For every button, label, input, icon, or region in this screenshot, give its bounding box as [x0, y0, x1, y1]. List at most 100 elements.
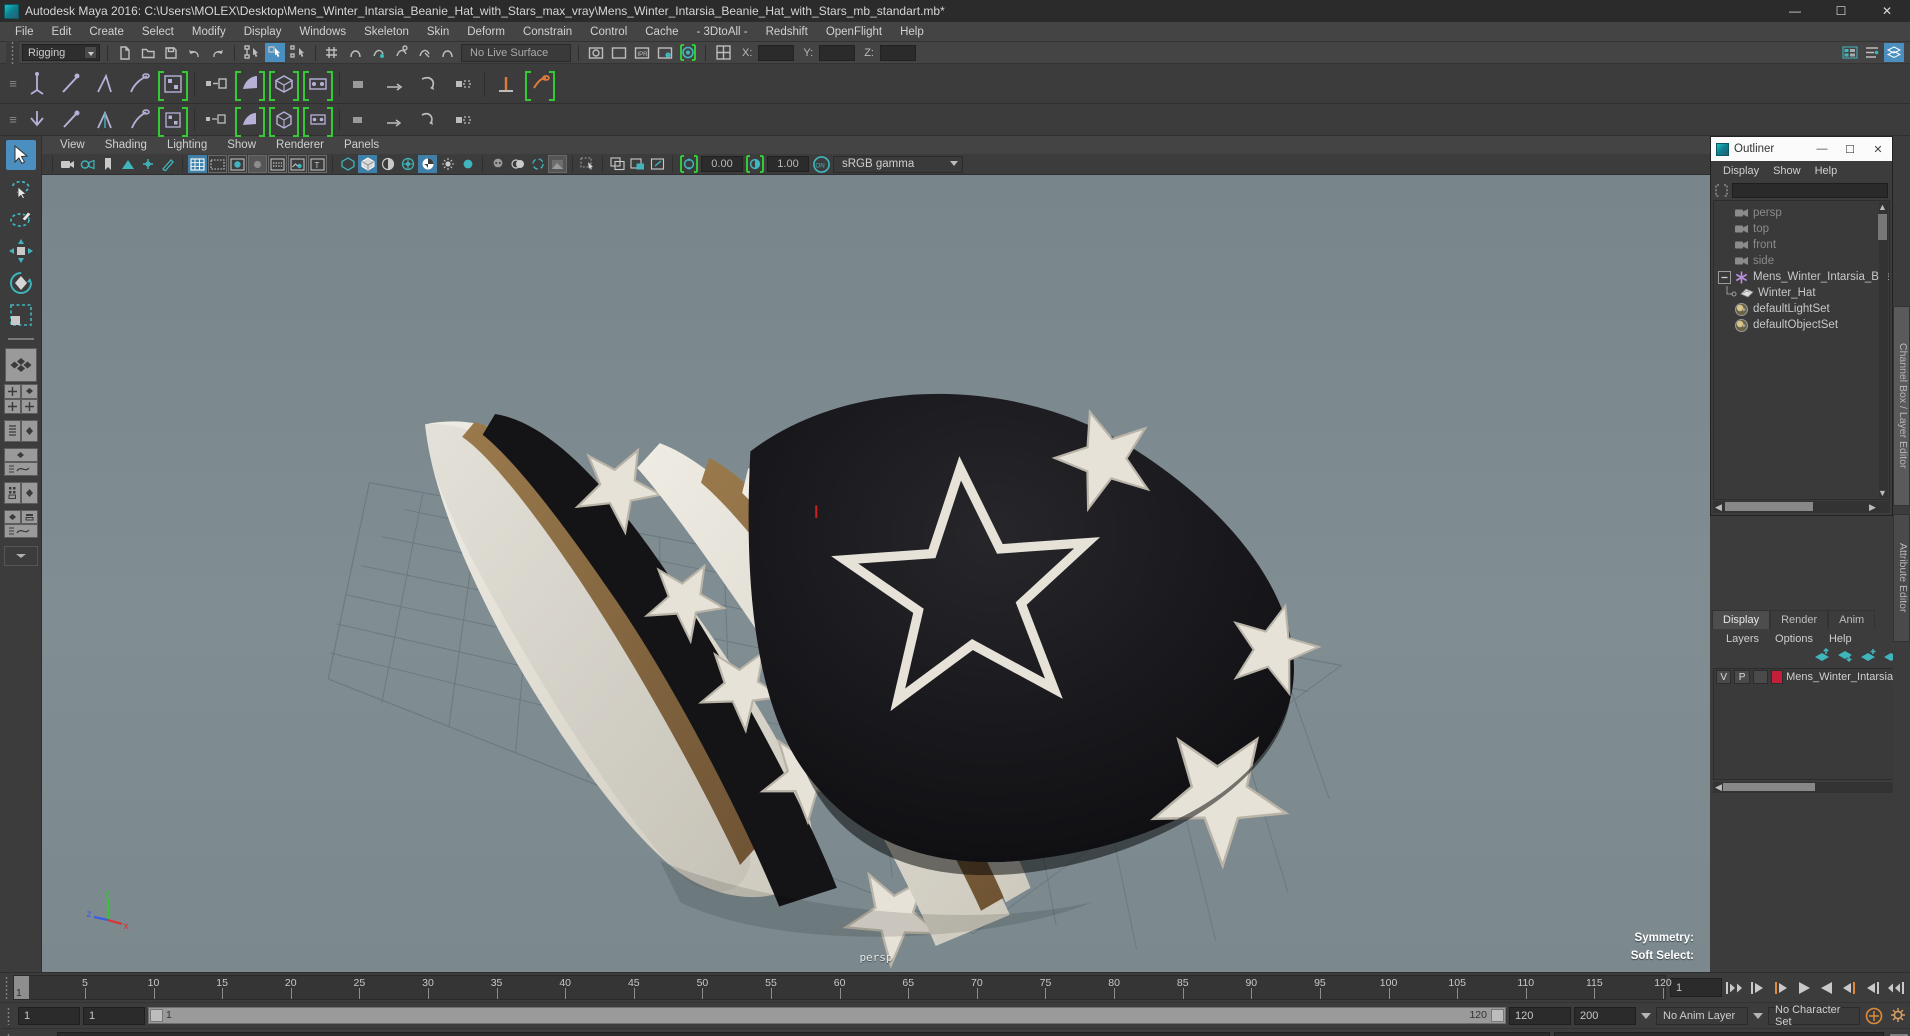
persp-graph-layout[interactable]: [3, 448, 38, 462]
show-attribute-editor-icon[interactable]: [1862, 43, 1882, 62]
lasso-select-tool[interactable]: [6, 172, 36, 202]
smooth-bind-icon[interactable]: [124, 69, 154, 99]
multisample-aa-icon[interactable]: [438, 155, 457, 173]
current-time-indicator[interactable]: 1: [14, 976, 29, 999]
live-surface-field[interactable]: No Live Surface: [461, 43, 571, 62]
play-backwards-icon[interactable]: [1793, 978, 1814, 998]
paint-skin-weights-icon[interactable]: [158, 69, 188, 101]
camera-attributes-icon[interactable]: [78, 155, 97, 173]
layer-type-toggle[interactable]: [1752, 670, 1769, 684]
smooth-shade-selected-icon[interactable]: [228, 155, 247, 173]
make-live-icon[interactable]: [438, 43, 458, 62]
screen-space-ao-icon[interactable]: [418, 155, 437, 173]
menu-set-selector[interactable]: Rigging: [22, 44, 100, 61]
outliner-maximize-button[interactable]: ☐: [1836, 137, 1864, 161]
range-slider-grip[interactable]: [2, 1006, 15, 1025]
layer-list[interactable]: V P Mens_Winter_Intarsia_Beani: [1713, 668, 1907, 780]
outliner-scroll-thumb[interactable]: [1878, 214, 1887, 240]
outliner-menu-display[interactable]: Display: [1716, 165, 1766, 177]
bind-pose-icon[interactable]: [269, 69, 299, 101]
menu-select[interactable]: Select: [133, 22, 183, 42]
playback-end-time-field[interactable]: 120: [1509, 1006, 1571, 1025]
tab-channel-box-layer-editor[interactable]: Channel Box / Layer Editor: [1893, 306, 1910, 506]
open-scene-icon[interactable]: [138, 43, 158, 62]
snap-to-curve-icon[interactable]: [346, 43, 366, 62]
menu-help[interactable]: Help: [891, 22, 933, 42]
menu-windows[interactable]: Windows: [290, 22, 355, 42]
anim-layer-selector[interactable]: No Anim Layer: [1656, 1006, 1748, 1025]
viewport-tear-off-icon[interactable]: [628, 155, 647, 173]
wireframe-shading-icon[interactable]: [188, 155, 207, 173]
outliner-menu-help[interactable]: Help: [1808, 165, 1845, 177]
outliner-persp-layout[interactable]: [3, 420, 21, 442]
go-to-start-icon[interactable]: [1724, 978, 1745, 998]
persp-graph-outliner-layout[interactable]: [3, 510, 21, 524]
graph-editor-layout[interactable]: [3, 462, 38, 476]
render-current-frame-icon[interactable]: [586, 43, 606, 62]
new-layer-icon[interactable]: [1860, 648, 1877, 668]
wireframe-on-shaded-icon[interactable]: [268, 155, 287, 173]
tab-attribute-editor[interactable]: Attribute Editor: [1893, 514, 1910, 642]
animation-preferences-icon[interactable]: [1888, 1005, 1910, 1027]
menu-display[interactable]: Display: [235, 22, 291, 42]
range-slider[interactable]: 1 120: [148, 1007, 1506, 1024]
time-slider-track[interactable]: 1 5 10 15 20 25 30 35 40 45 50 55 60 65 70 75 80 85 90 95 1…: [13, 975, 1672, 1000]
interactive-skin-bind-icon[interactable]: [303, 105, 333, 137]
vp-menu-show[interactable]: Show: [217, 139, 266, 151]
render-settings-icon[interactable]: [655, 43, 675, 62]
exposure-toggle-icon[interactable]: [548, 155, 567, 173]
outliner-horizontal-scrollbar[interactable]: ◀ ▶: [1713, 501, 1890, 513]
vp-menu-panels[interactable]: Panels: [334, 139, 389, 151]
spline-ik-icon[interactable]: [90, 105, 120, 135]
edit-membership-icon[interactable]: [525, 69, 555, 101]
save-scene-icon[interactable]: [161, 43, 181, 62]
motion-blur-icon[interactable]: [398, 155, 417, 173]
menu-openflight[interactable]: OpenFlight: [817, 22, 891, 42]
texture-display-icon[interactable]: [288, 155, 307, 173]
shelf-grip[interactable]: ≡: [6, 69, 20, 99]
animation-end-time-field[interactable]: 200: [1574, 1006, 1636, 1025]
auto-keyframe-icon[interactable]: [1863, 1005, 1885, 1027]
character-set-selector[interactable]: No Character Set: [1768, 1004, 1860, 1028]
menu-deform[interactable]: Deform: [458, 22, 514, 42]
maximize-button[interactable]: ☐: [1818, 0, 1864, 22]
copy-weights-icon[interactable]: [235, 105, 265, 137]
grease-pencil-icon[interactable]: [158, 155, 177, 173]
range-end-handle[interactable]: [1491, 1009, 1504, 1022]
four-view-layout[interactable]: [3, 384, 21, 399]
menu-file[interactable]: File: [6, 22, 43, 42]
animation-start-time-field[interactable]: 1: [18, 1006, 80, 1025]
vp-menu-renderer[interactable]: Renderer: [266, 139, 334, 151]
arrow-right-deform-icon[interactable]: [380, 105, 410, 135]
step-forward-frame-icon[interactable]: [1839, 978, 1860, 998]
flat-shade-icon[interactable]: [248, 155, 267, 173]
outliner-close-button[interactable]: ✕: [1864, 137, 1892, 161]
color-management-toggle-icon[interactable]: ON: [810, 155, 832, 173]
menu-modify[interactable]: Modify: [183, 22, 235, 42]
select-by-hierarchy-icon[interactable]: [242, 43, 262, 62]
layers-menu[interactable]: Layers: [1718, 633, 1767, 645]
viewport-panel-copy-icon[interactable]: [608, 155, 627, 173]
paint-select-tool[interactable]: [6, 204, 36, 234]
show-tool-settings-icon[interactable]: [1884, 43, 1904, 62]
skeleton-arrow-icon[interactable]: [22, 105, 52, 135]
character-set-dropdown-icon[interactable]: [1751, 1007, 1765, 1025]
bend-deformer-icon[interactable]: [414, 105, 444, 135]
tab-anim[interactable]: Anim: [1828, 610, 1876, 629]
ipr-render-icon[interactable]: IPR: [632, 43, 652, 62]
create-joint-icon[interactable]: [22, 69, 52, 99]
scroll-up-icon[interactable]: ▲: [1877, 202, 1888, 212]
xray-icon[interactable]: [488, 155, 507, 173]
undo-icon[interactable]: [184, 43, 204, 62]
single-perspective-layout[interactable]: [4, 348, 37, 382]
select-tool[interactable]: [5, 140, 36, 170]
outliner-item-defaultlightset[interactable]: defaultLightSet: [1714, 301, 1889, 317]
exposure-icon[interactable]: [678, 155, 700, 173]
scroll-left-icon[interactable]: ◀: [1713, 502, 1724, 512]
image-plane-icon[interactable]: [118, 155, 137, 173]
gamma-icon[interactable]: [744, 155, 766, 173]
expand-layouts-button[interactable]: [3, 546, 38, 566]
two-d-pan-zoom-icon[interactable]: [138, 155, 157, 173]
play-forwards-icon[interactable]: [1816, 978, 1837, 998]
outliner-tree[interactable]: persp top front side Mens_Winter_Intarsi…: [1713, 200, 1890, 500]
